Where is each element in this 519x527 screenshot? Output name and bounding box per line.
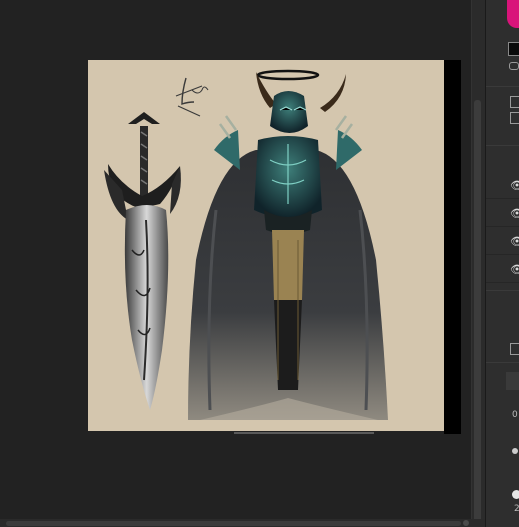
layer-row[interactable]: 👁	[486, 228, 519, 255]
layer-row[interactable]: 👁	[486, 200, 519, 227]
layer-row[interactable]: 👁	[486, 172, 519, 199]
panel-divider	[486, 362, 519, 363]
brush-size-dot-small	[512, 448, 518, 454]
link-icon[interactable]	[509, 62, 519, 70]
vertical-scroll-thumb[interactable]	[474, 100, 481, 522]
panel-divider	[486, 145, 519, 146]
artist-signature	[175, 77, 209, 117]
scroll-corner-handle[interactable]	[463, 520, 469, 526]
panel-divider	[486, 290, 519, 291]
brush-size-dot-large	[512, 490, 519, 499]
layer-mask-icon[interactable]	[510, 112, 519, 124]
opacity-value[interactable]: 0	[512, 410, 518, 420]
canvas-bottom-edge	[234, 432, 374, 434]
horizontal-scroll-thumb[interactable]	[6, 521, 461, 526]
background-color-swatch[interactable]	[508, 42, 519, 56]
eye-icon[interactable]: 👁	[510, 208, 519, 219]
armored-knight-figure	[188, 69, 388, 420]
eye-icon[interactable]: 👁	[510, 180, 519, 191]
artwork-illustration	[104, 69, 388, 420]
new-layer-icon[interactable]	[510, 343, 519, 355]
artwork-canvas[interactable]	[88, 60, 444, 431]
sword-sketch	[104, 112, 181, 410]
foreground-color-swatch[interactable]	[507, 0, 519, 28]
blend-mode-dropdown[interactable]	[506, 372, 519, 390]
eye-icon[interactable]: 👁	[510, 236, 519, 247]
panel-divider	[486, 86, 519, 87]
eye-icon[interactable]: 👁	[510, 264, 519, 275]
brush-size-value[interactable]: 2	[514, 504, 519, 514]
layer-thumbnail-icon[interactable]	[510, 96, 519, 108]
layer-row[interactable]: 👁	[486, 256, 519, 283]
canvas-drop-shadow	[444, 60, 461, 434]
